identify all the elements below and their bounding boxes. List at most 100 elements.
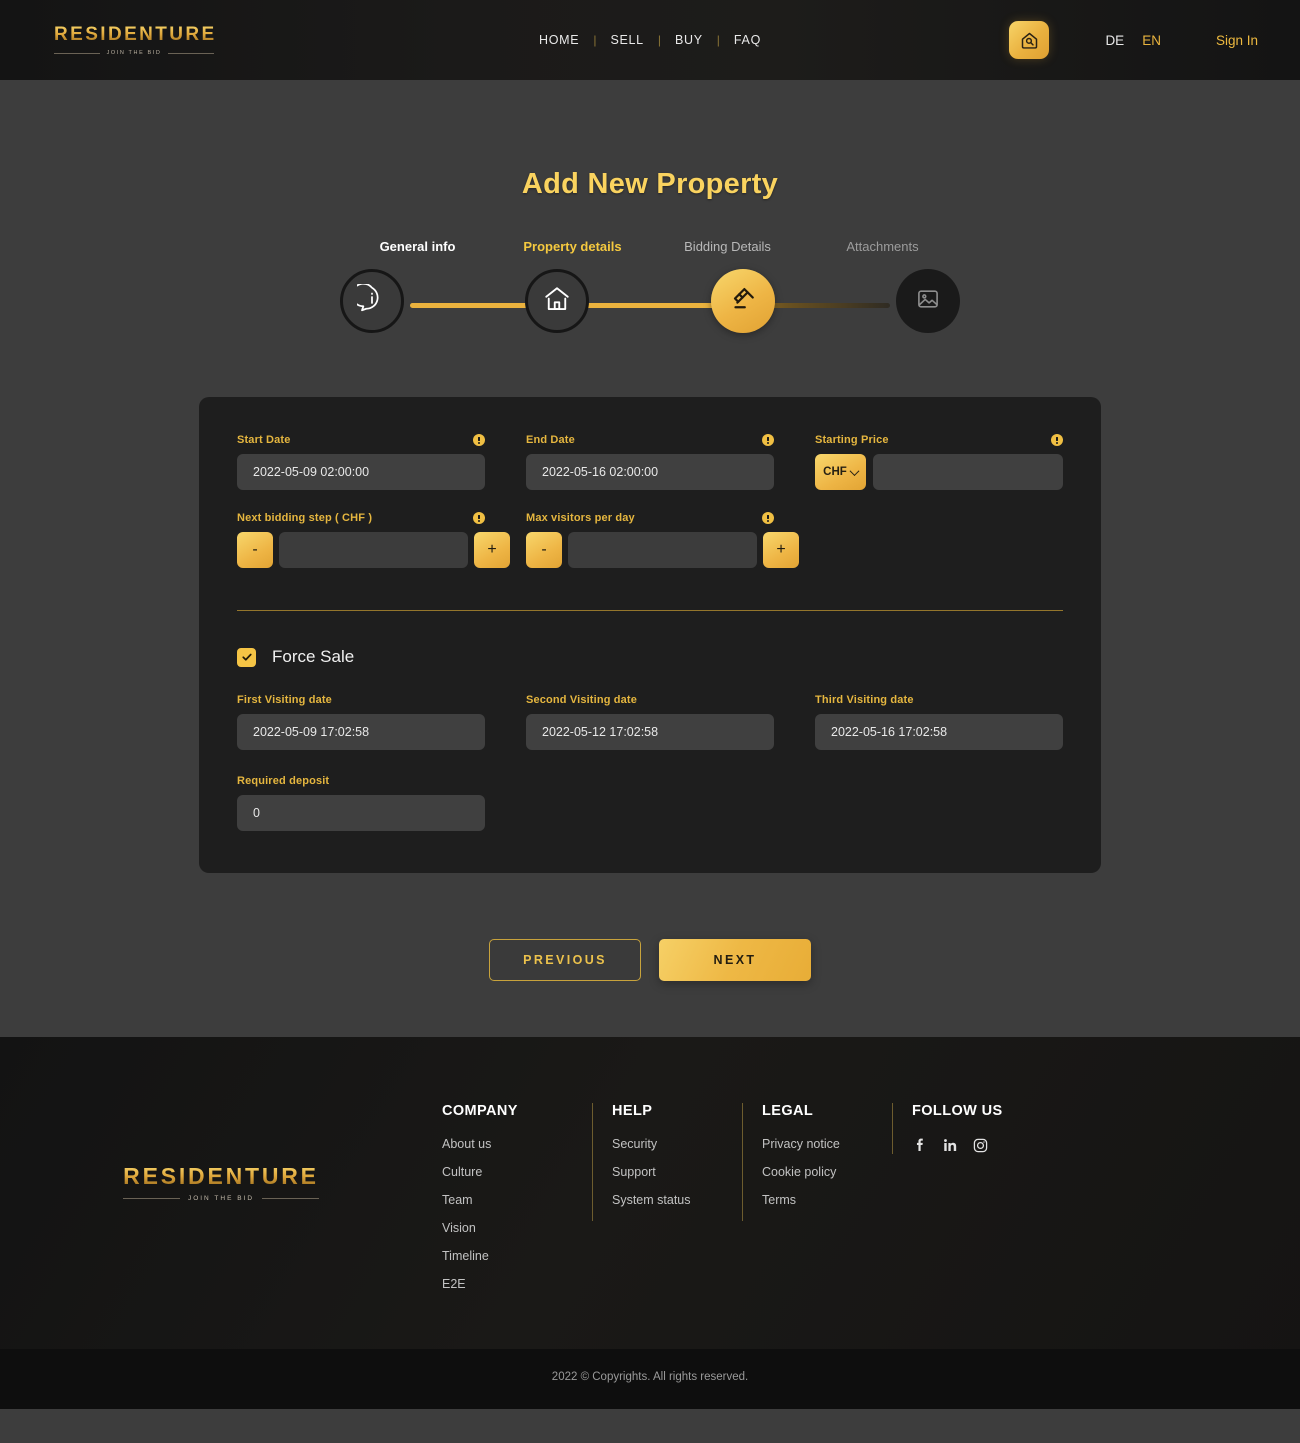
first-visiting-date-input[interactable] — [237, 714, 485, 750]
field-starting-price: Starting Price CHF — [815, 433, 1063, 490]
max-visitors-increment-button[interactable]: + — [763, 532, 799, 568]
previous-button[interactable]: PREVIOUS — [489, 939, 641, 981]
form-row-deposit: Required deposit — [237, 774, 1063, 831]
header-logo[interactable]: RESIDENTURE JOIN THE BID — [54, 25, 214, 56]
end-date-input[interactable] — [526, 454, 774, 490]
field-next-bidding-step: Next bidding step ( CHF ) - + — [237, 511, 510, 568]
stepper-step-attachments[interactable] — [895, 269, 960, 333]
footer-logo-tagline: JOIN THE BID — [187, 1195, 255, 1202]
currency-value: CHF — [823, 466, 847, 478]
form-row-steps: Next bidding step ( CHF ) - + Max visito… — [237, 511, 1063, 568]
max-visitors-input[interactable] — [568, 532, 757, 568]
currency-select[interactable]: CHF — [815, 454, 866, 490]
instagram-icon[interactable] — [972, 1137, 989, 1154]
footer-column-legal: LEGAL Privacy notice Cookie policy Terms — [742, 1103, 892, 1221]
required-deposit-label: Required deposit — [237, 775, 330, 787]
section-divider — [237, 610, 1063, 611]
page-body: Add New Property General info Property d… — [0, 80, 1300, 1037]
next-bidding-step-increment-button[interactable]: + — [474, 532, 510, 568]
logo-tagline-wrap: JOIN THE BID — [54, 50, 215, 56]
footer-column-follow-us: FOLLOW US — [892, 1103, 1042, 1154]
footer-link-culture[interactable]: Culture — [442, 1165, 592, 1179]
footer-link-cookie-policy[interactable]: Cookie policy — [762, 1165, 892, 1179]
force-sale-row: Force Sale — [237, 647, 1063, 667]
footer-link-terms[interactable]: Terms — [762, 1193, 892, 1207]
social-links — [912, 1137, 1042, 1154]
stepper-label-bidding-details[interactable]: Bidding Details — [650, 239, 805, 254]
nav-item-home[interactable]: HOME — [525, 33, 593, 47]
starting-price-label: Starting Price — [815, 434, 889, 446]
footer-logo[interactable]: RESIDENTURE JOIN THE BID — [0, 1103, 442, 1202]
force-sale-label: Force Sale — [272, 647, 355, 666]
field-start-date: Start Date — [237, 433, 485, 490]
info-tooltip-icon[interactable] — [762, 512, 774, 524]
footer-link-support[interactable]: Support — [612, 1165, 742, 1179]
logo-rule-left — [54, 52, 100, 54]
max-visitors-decrement-button[interactable]: - — [526, 532, 562, 568]
sign-in-link[interactable]: Sign In — [1216, 33, 1258, 48]
logo-tagline: JOIN THE BID — [106, 50, 162, 56]
starting-price-input[interactable] — [873, 454, 1063, 490]
stepper-label-attachments[interactable]: Attachments — [805, 239, 960, 254]
footer-link-about-us[interactable]: About us — [442, 1137, 592, 1151]
linkedin-icon[interactable] — [942, 1137, 959, 1154]
third-visiting-date-label: Third Visiting date — [815, 694, 914, 706]
site-footer: RESIDENTURE JOIN THE BID COMPANY About u… — [0, 1037, 1300, 1409]
stepper-track — [340, 269, 960, 339]
logo-wordmark: RESIDENTURE — [54, 24, 217, 45]
nav-item-faq[interactable]: FAQ — [720, 33, 775, 47]
footer-logo-wordmark: RESIDENTURE — [123, 1163, 319, 1189]
field-second-visiting-date: Second Visiting date — [526, 693, 774, 750]
home-icon — [542, 284, 572, 319]
main-nav: HOME | SELL | BUY | FAQ — [525, 33, 775, 47]
max-visitors-label: Max visitors per day — [526, 512, 635, 524]
footer-logo-rule-left — [123, 1198, 180, 1199]
facebook-icon[interactable] — [912, 1137, 929, 1154]
force-sale-checkbox[interactable] — [237, 647, 256, 667]
next-button[interactable]: NEXT — [659, 939, 811, 981]
bidding-details-form-card: Start Date End Date Starting Price — [199, 397, 1101, 873]
footer-link-vision[interactable]: Vision — [442, 1221, 592, 1235]
info-tooltip-icon[interactable] — [473, 434, 485, 446]
footer-columns: RESIDENTURE JOIN THE BID COMPANY About u… — [0, 1089, 1300, 1349]
info-tooltip-icon[interactable] — [473, 512, 485, 524]
second-visiting-date-label: Second Visiting date — [526, 694, 637, 706]
footer-link-team[interactable]: Team — [442, 1193, 592, 1207]
next-bidding-step-input[interactable] — [279, 532, 468, 568]
house-search-icon[interactable] — [1009, 21, 1050, 59]
lang-en[interactable]: EN — [1142, 33, 1161, 48]
stepper-label-property-details[interactable]: Property details — [495, 239, 650, 254]
footer-link-privacy-notice[interactable]: Privacy notice — [762, 1137, 892, 1151]
info-tooltip-icon[interactable] — [762, 434, 774, 446]
nav-item-buy[interactable]: BUY — [661, 33, 717, 47]
field-max-visitors: Max visitors per day - + — [526, 511, 799, 568]
footer-link-security[interactable]: Security — [612, 1137, 742, 1151]
field-label-wrap: First Visiting date — [237, 693, 485, 707]
next-bidding-step-decrement-button[interactable]: - — [237, 532, 273, 568]
stepper-step-property-details[interactable] — [525, 269, 590, 333]
footer-link-system-status[interactable]: System status — [612, 1193, 742, 1207]
field-label-wrap: Required deposit — [237, 774, 485, 788]
footer-column-company: COMPANY About us Culture Team Vision Tim… — [442, 1103, 592, 1305]
footer-column-title: FOLLOW US — [912, 1103, 1003, 1119]
first-visiting-date-label: First Visiting date — [237, 694, 332, 706]
language-switcher: DE EN — [1105, 33, 1161, 48]
starting-price-group: CHF — [815, 454, 1063, 490]
wizard-actions: PREVIOUS NEXT — [0, 939, 1300, 981]
field-label-wrap: End Date — [526, 433, 774, 447]
second-visiting-date-input[interactable] — [526, 714, 774, 750]
stepper-label-general-info[interactable]: General info — [340, 239, 495, 254]
footer-column-help: HELP Security Support System status — [592, 1103, 742, 1221]
stepper-step-bidding-details[interactable] — [710, 269, 775, 333]
footer-link-timeline[interactable]: Timeline — [442, 1249, 592, 1263]
stepper-step-general-info[interactable] — [340, 269, 404, 333]
lang-de[interactable]: DE — [1105, 33, 1124, 48]
start-date-input[interactable] — [237, 454, 485, 490]
logo-rule-right — [168, 52, 215, 54]
third-visiting-date-input[interactable] — [815, 714, 1063, 750]
nav-item-sell[interactable]: SELL — [596, 33, 657, 47]
footer-link-e2e[interactable]: E2E — [442, 1277, 592, 1291]
start-date-label: Start Date — [237, 434, 291, 446]
info-tooltip-icon[interactable] — [1051, 434, 1063, 446]
required-deposit-input[interactable] — [237, 795, 485, 831]
